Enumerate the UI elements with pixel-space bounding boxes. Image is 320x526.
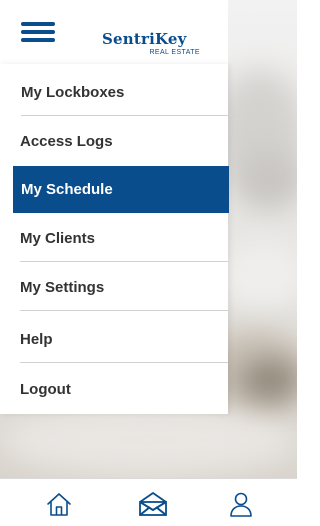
logo-subtitle: REAL ESTATE <box>149 49 200 56</box>
menu-item-label: Access Logs <box>20 133 113 150</box>
menu-item-logout[interactable]: Logout <box>0 366 228 413</box>
menu-item-my-schedule[interactable]: My Schedule <box>13 166 229 213</box>
person-icon[interactable] <box>228 491 254 517</box>
menu-item-label: My Settings <box>20 279 105 296</box>
sentrikey-logo: SentriKey REAL ESTATE <box>102 30 200 60</box>
menu-item-my-lockboxes[interactable]: My Lockboxes <box>13 69 248 116</box>
hamburger-menu-icon[interactable] <box>21 22 55 42</box>
menu-item-label: My Schedule <box>21 181 113 198</box>
envelope-icon[interactable] <box>138 491 168 517</box>
menu-item-my-clients[interactable]: My Clients <box>0 215 228 262</box>
menu-item-my-settings[interactable]: My Settings <box>0 264 228 311</box>
side-menu: My Lockboxes Access Logs My Schedule My … <box>0 64 248 414</box>
bottom-tab-bar <box>0 478 297 526</box>
app-header: SentriKey REAL ESTATE <box>0 0 228 64</box>
menu-item-access-logs[interactable]: Access Logs <box>0 118 228 165</box>
menu-item-label: My Clients <box>20 230 96 247</box>
home-icon[interactable] <box>46 491 72 517</box>
menu-item-help[interactable]: Help <box>0 316 228 363</box>
logo-wordmark: SentriKey <box>102 30 187 48</box>
menu-item-label: Help <box>20 331 53 348</box>
menu-item-label: My Lockboxes <box>21 84 125 101</box>
menu-item-label: Logout <box>20 381 71 398</box>
